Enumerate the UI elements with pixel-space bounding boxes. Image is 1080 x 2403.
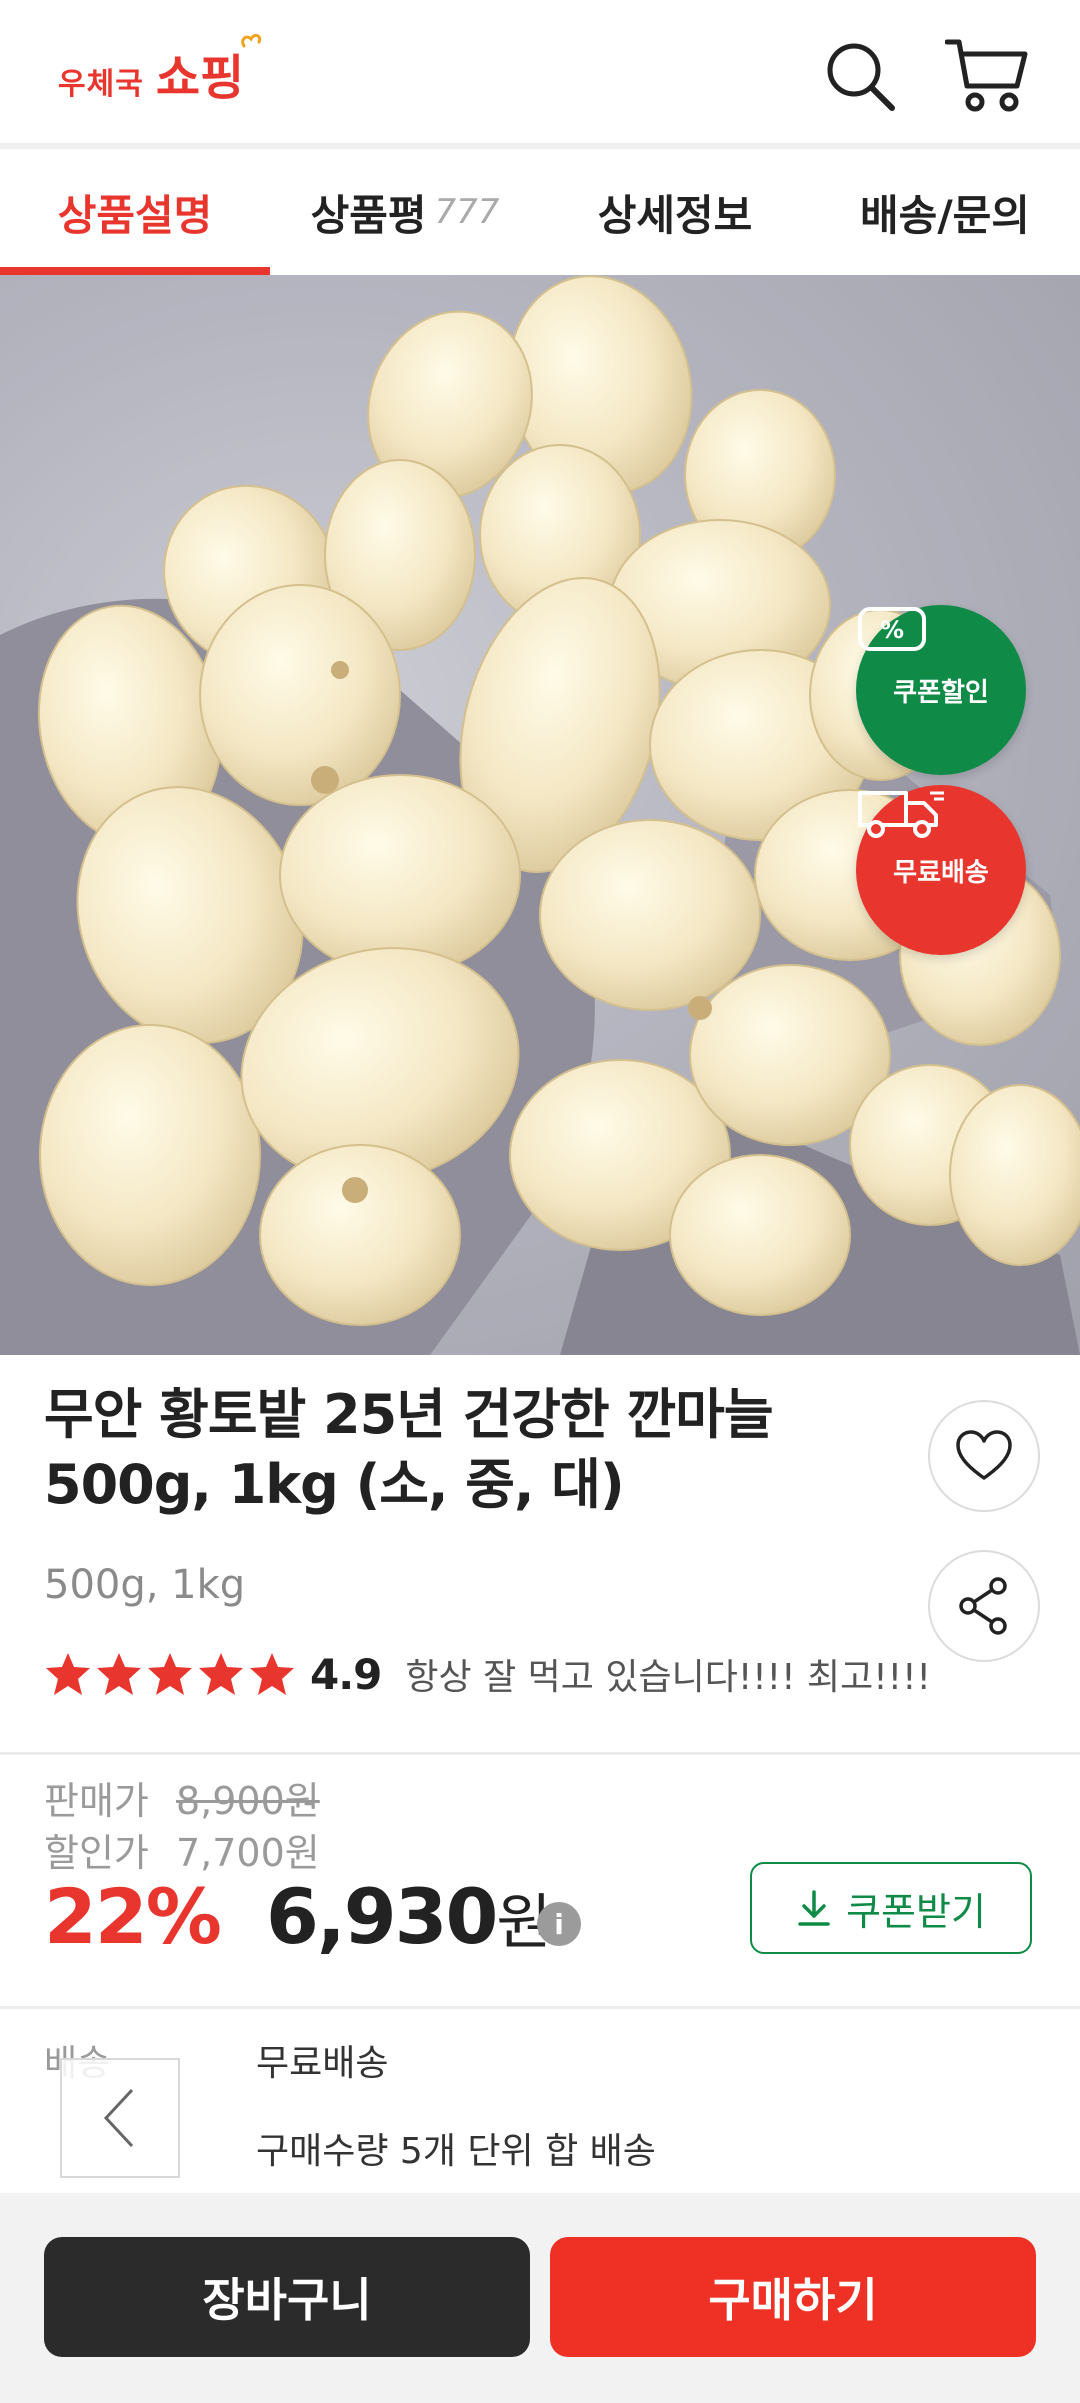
shipping-free: 무료배송 bbox=[256, 2043, 389, 2084]
product-title: 무안 황토밭 25년 건강한 깐마늘 500g, 1kg (소, 중, 대) bbox=[44, 1383, 774, 1516]
rating-stars bbox=[44, 1651, 296, 1697]
rating-row[interactable]: 4.9 항상 잘 먹고 있습니다!!!! 최고!!!! bbox=[44, 1648, 931, 1700]
tab-label: 상세정보 bbox=[597, 190, 753, 240]
coupon-button-label: 쿠폰받기 bbox=[846, 1889, 986, 1934]
back-button[interactable] bbox=[60, 2058, 180, 2178]
sale-price-value: 8,900원 bbox=[176, 1779, 320, 1823]
bottom-action-bar: 장바구니 구매하기 bbox=[0, 2193, 1080, 2403]
final-price-number: 6,930 bbox=[266, 1872, 498, 1961]
coupon-discount-badge[interactable]: % 쿠폰할인 bbox=[856, 605, 1026, 775]
tab-label: 상품설명 bbox=[57, 190, 213, 240]
product-image-carousel[interactable]: % 쿠폰할인 무료배송 bbox=[0, 275, 1080, 1355]
discount-price-value: 7,700원 bbox=[176, 1831, 320, 1875]
sale-price-label: 판매가 bbox=[44, 1779, 149, 1823]
rating-score: 4.9 bbox=[310, 1649, 382, 1699]
tab-details[interactable]: 상세정보 bbox=[540, 149, 810, 275]
share-icon bbox=[959, 1577, 1007, 1635]
heart-icon bbox=[956, 1430, 1012, 1480]
section-divider bbox=[0, 1752, 1080, 1755]
coupon-symbol: % bbox=[880, 616, 904, 644]
logo-heart-icon bbox=[241, 33, 262, 48]
like-button[interactable] bbox=[928, 1400, 1040, 1512]
logo-text-big: 쇼핑 bbox=[155, 33, 262, 108]
cart-button[interactable] bbox=[944, 36, 1028, 116]
ship-badge-label: 무료배송 bbox=[893, 857, 989, 888]
info-icon[interactable]: i bbox=[537, 1902, 581, 1946]
cart-icon bbox=[944, 39, 1028, 112]
shipping-bundle-note: 구매수량 5개 단위 합 배송 bbox=[256, 2131, 656, 2172]
product-tabs: 상품설명 상품평 777 상세정보 배송/문의 bbox=[0, 149, 1080, 275]
logo-text-small: 우체국 bbox=[58, 67, 144, 102]
tab-reviews[interactable]: 상품평 777 bbox=[270, 149, 540, 275]
search-button[interactable] bbox=[820, 36, 900, 116]
share-button[interactable] bbox=[928, 1550, 1040, 1662]
discount-price-label: 할인가 bbox=[44, 1831, 149, 1875]
sale-price-row: 판매가 8,900원 bbox=[44, 1770, 320, 1825]
star-icon bbox=[250, 1653, 294, 1695]
product-option: 500g, 1kg bbox=[44, 1562, 246, 1608]
coupon-badge-label: 쿠폰할인 bbox=[893, 677, 989, 708]
buy-now-button[interactable]: 구매하기 bbox=[550, 2237, 1036, 2357]
review-count: 777 bbox=[434, 192, 500, 232]
truck-icon bbox=[858, 791, 944, 838]
review-snippet: 항상 잘 먹고 있습니다!!!! 최고!!!! bbox=[405, 1657, 931, 1698]
final-price: 6,930원 bbox=[266, 1872, 552, 1961]
get-coupon-button[interactable]: 쿠폰받기 bbox=[750, 1862, 1032, 1954]
section-divider bbox=[0, 2006, 1080, 2009]
logo-text-big-label: 쇼핑 bbox=[155, 50, 245, 106]
chevron-left-icon bbox=[103, 2088, 134, 2148]
add-to-cart-button[interactable]: 장바구니 bbox=[44, 2237, 530, 2357]
star-icon bbox=[97, 1653, 141, 1695]
search-icon bbox=[827, 43, 895, 111]
coupon-icon: % bbox=[858, 607, 926, 651]
tab-label: 배송/문의 bbox=[860, 190, 1030, 240]
tab-label: 상품평 bbox=[310, 190, 427, 240]
download-icon bbox=[798, 1890, 830, 1926]
app-header: 우체국 쇼핑 bbox=[0, 0, 1080, 145]
discount-price-row: 할인가 7,700원 bbox=[44, 1822, 320, 1877]
star-icon bbox=[199, 1653, 243, 1695]
free-shipping-badge[interactable]: 무료배송 bbox=[856, 785, 1026, 955]
tab-description[interactable]: 상품설명 bbox=[0, 149, 270, 275]
star-icon bbox=[148, 1653, 192, 1695]
star-icon bbox=[46, 1653, 90, 1695]
discount-rate: 22% bbox=[44, 1872, 222, 1961]
logo[interactable]: 우체국 쇼핑 bbox=[58, 33, 262, 108]
tab-shipping-inquiry[interactable]: 배송/문의 bbox=[810, 149, 1080, 275]
